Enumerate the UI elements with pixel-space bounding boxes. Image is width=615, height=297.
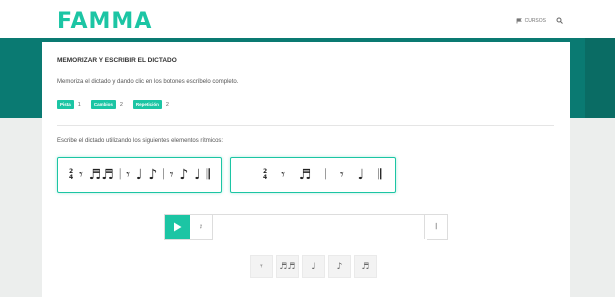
- top-bar: FAMMA CURSOS: [0, 0, 615, 38]
- stat-value-pista: 1: [77, 101, 81, 108]
- eighth-note-icon: ♪: [179, 167, 189, 183]
- exercise-instructions: Memoriza el dictado y dando clic en los …: [57, 79, 239, 85]
- eighth-rest-icon: 𝄾: [339, 167, 344, 183]
- rhythm-prompt: Escribe el dictado utilizando los siguie…: [57, 138, 224, 144]
- rhythm-sample-b: 2 4 𝄾 ♬ 𝄀 𝄾 ♩ 𝄂: [230, 157, 396, 193]
- palette-eighth-rest-button[interactable]: 𝄾: [250, 255, 273, 278]
- flag-icon: [516, 17, 522, 24]
- time-signature-icon: 2 4: [68, 168, 74, 181]
- dictation-player: 𝄽 𝄂: [164, 214, 448, 241]
- divider: [57, 125, 554, 126]
- exercise-stats: Pista 1 Cambios 2 Repetición 2: [57, 100, 175, 109]
- answer-input[interactable]: [213, 215, 427, 241]
- exercise-title: MEMORIZAR Y ESCRIBIR EL DICTADO: [57, 57, 177, 64]
- quarter-note-icon: ♩: [135, 167, 143, 183]
- play-icon: [174, 222, 182, 232]
- stat-value-cambios: 2: [119, 101, 123, 108]
- tempo-icon[interactable]: 𝄽: [190, 215, 213, 239]
- courses-label: CURSOS: [524, 17, 546, 24]
- palette-beamed-notes-button[interactable]: ♬: [354, 255, 377, 278]
- symbol-palette: 𝄾 ♬♬ ♩ ♪ ♬: [250, 255, 377, 278]
- palette-sixteenth-notes-button[interactable]: ♬♬: [276, 255, 299, 278]
- eighth-rest-icon: 𝄾: [281, 167, 285, 183]
- eighth-rest-icon: 𝄾: [79, 167, 83, 183]
- final-barline-icon: 𝄂: [206, 167, 210, 183]
- sixteenth-notes-icon: ♬: [298, 167, 312, 183]
- palette-eighth-note-button[interactable]: ♪: [328, 255, 351, 278]
- rhythm-sample-a: 2 4 𝄾 ♬♬ 𝄀 𝄾 ♩ ♪ 𝄀 𝄾 ♪ ♩ 𝄂: [57, 157, 222, 193]
- search-icon[interactable]: [556, 17, 563, 24]
- quarter-note-icon: ♩: [357, 167, 365, 183]
- eighth-rest-icon: 𝄾: [126, 167, 130, 183]
- quarter-note-icon: ♩: [194, 167, 201, 183]
- time-signature-icon: 2 4: [263, 168, 268, 181]
- stat-badge-pista: Pista: [57, 100, 74, 109]
- top-nav: CURSOS: [516, 17, 563, 24]
- stat-badge-cambios: Cambios: [90, 100, 116, 109]
- stat-value-repeticion: 2: [165, 101, 169, 108]
- eighth-note-icon: ♪: [148, 167, 158, 183]
- stat-badge-repeticion: Repetición: [132, 100, 162, 109]
- hero-band-edge: [585, 38, 615, 118]
- famma-logo[interactable]: FAMMA: [57, 9, 152, 34]
- backspace-button[interactable]: 𝄂: [424, 215, 447, 239]
- eighth-rest-icon: 𝄾: [169, 167, 174, 183]
- final-barline-icon: 𝄂: [378, 167, 382, 183]
- palette-quarter-note-button[interactable]: ♩: [302, 255, 325, 278]
- play-button[interactable]: [165, 215, 190, 239]
- courses-link[interactable]: CURSOS: [516, 18, 546, 24]
- exercise-card: MEMORIZAR Y ESCRIBIR EL DICTADO Memoriza…: [42, 42, 570, 297]
- sixteenth-notes-icon: ♬♬: [88, 167, 114, 183]
